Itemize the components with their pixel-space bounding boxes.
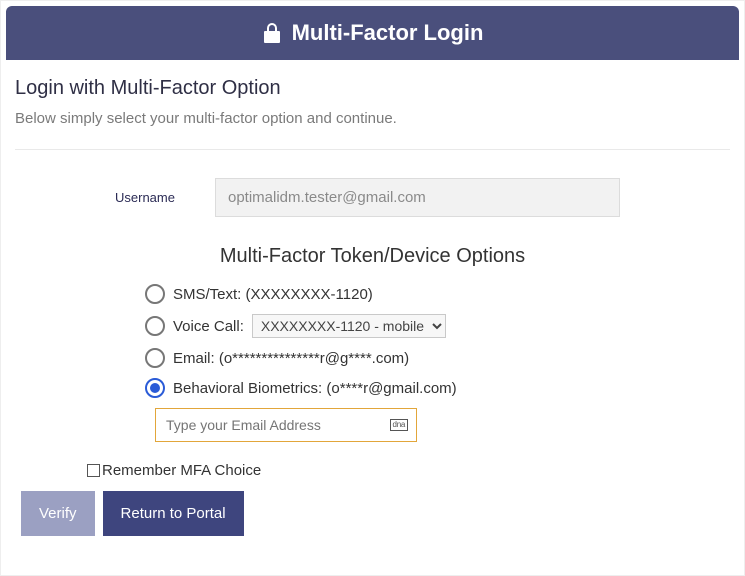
option-email-label: Email: (o***************r@g****.com) [173, 350, 409, 367]
card-body: Login with Multi-Factor Option Below sim… [1, 65, 744, 556]
option-biometrics-row[interactable]: Behavioral Biometrics: (o****r@gmail.com… [145, 378, 730, 398]
radio-email[interactable] [145, 348, 165, 368]
dna-icon: dna [390, 419, 408, 431]
option-biometrics-label: Behavioral Biometrics: (o****r@gmail.com… [173, 380, 457, 397]
button-row: Verify Return to Portal [21, 491, 730, 536]
return-to-portal-button[interactable]: Return to Portal [103, 491, 244, 536]
option-voice-row[interactable]: Voice Call: XXXXXXXX-1120 - mobile [145, 314, 730, 338]
remember-mfa-checkbox[interactable] [87, 464, 100, 477]
mfa-login-card: Multi-Factor Login Login with Multi-Fact… [0, 0, 745, 576]
card-header: Multi-Factor Login [6, 6, 739, 60]
email-address-input[interactable] [156, 409, 390, 441]
voice-call-select[interactable]: XXXXXXXX-1120 - mobile [252, 314, 446, 338]
radio-voice[interactable] [145, 316, 165, 336]
header-title: Multi-Factor Login [292, 20, 484, 46]
username-input [215, 178, 620, 217]
radio-biometrics[interactable] [145, 378, 165, 398]
divider [15, 149, 730, 150]
mfa-options-group: SMS/Text: (XXXXXXXX-1120) Voice Call: XX… [145, 284, 730, 442]
remember-mfa-row[interactable]: Remember MFA Choice [87, 462, 730, 479]
page-subtitle: Login with Multi-Factor Option [15, 77, 730, 100]
username-label: Username [115, 190, 215, 205]
options-title: Multi-Factor Token/Device Options [15, 245, 730, 268]
option-sms-row[interactable]: SMS/Text: (XXXXXXXX-1120) [145, 284, 730, 304]
lock-icon [262, 22, 282, 44]
radio-sms[interactable] [145, 284, 165, 304]
verify-button[interactable]: Verify [21, 491, 95, 536]
option-voice-prefix: Voice Call: [173, 318, 244, 335]
option-email-row[interactable]: Email: (o***************r@g****.com) [145, 348, 730, 368]
username-row: Username [115, 178, 730, 217]
helper-text: Below simply select your multi-factor op… [15, 110, 730, 127]
remember-mfa-label: Remember MFA Choice [102, 462, 261, 479]
email-input-wrap: dna [155, 408, 417, 442]
option-sms-label: SMS/Text: (XXXXXXXX-1120) [173, 286, 373, 303]
